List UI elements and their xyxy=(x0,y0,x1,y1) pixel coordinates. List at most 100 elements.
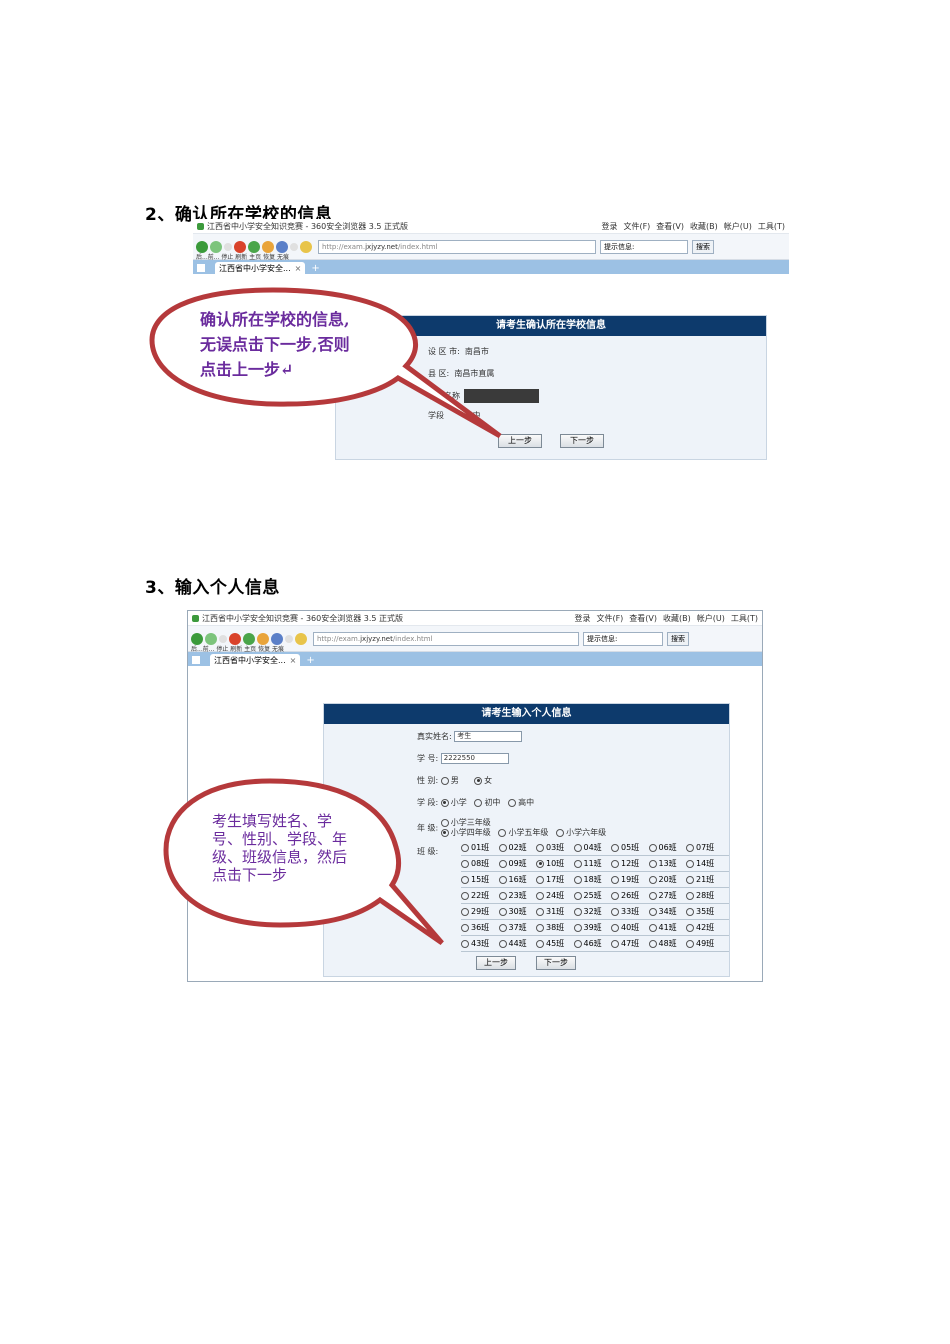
next-button[interactable]: 下一步 xyxy=(560,434,604,448)
class-option[interactable]: 29班 xyxy=(461,906,499,917)
class-option[interactable]: 27班 xyxy=(648,890,687,901)
class-option[interactable]: 28班 xyxy=(686,890,724,901)
class-option[interactable]: 19班 xyxy=(611,874,649,885)
class-option[interactable]: 16班 xyxy=(498,874,537,885)
close-icon[interactable]: × xyxy=(295,264,302,273)
stop-icon[interactable] xyxy=(234,240,246,253)
class-option[interactable]: 05班 xyxy=(611,842,649,853)
class-option[interactable]: 14班 xyxy=(686,858,724,869)
prev-button[interactable]: 上一步 xyxy=(476,956,516,970)
class-option[interactable]: 22班 xyxy=(461,890,499,901)
address-bar[interactable]: http://exam. jxjyzy.net/index.html xyxy=(318,239,596,254)
class-option[interactable]: 08班 xyxy=(461,858,499,869)
menu-file[interactable]: 文件(F) xyxy=(623,221,650,232)
class-option[interactable]: 21班 xyxy=(686,874,724,885)
back-icon[interactable] xyxy=(191,632,203,645)
class-option[interactable]: 25班 xyxy=(573,890,612,901)
refresh-icon[interactable] xyxy=(248,240,260,253)
class-option[interactable]: 34班 xyxy=(648,906,687,917)
search-button[interactable]: 搜索 xyxy=(692,239,714,254)
class-option[interactable]: 06班 xyxy=(648,842,687,853)
menu-tools[interactable]: 工具(T) xyxy=(731,613,758,624)
class-option[interactable]: 20班 xyxy=(648,874,687,885)
address-bar[interactable]: http://exam. jxjyzy.net/index.html xyxy=(313,631,579,646)
class-option[interactable]: 49班 xyxy=(686,938,724,949)
class-option[interactable]: 35班 xyxy=(686,906,724,917)
menu-file[interactable]: 文件(F) xyxy=(596,613,623,624)
class-option[interactable]: 47班 xyxy=(611,938,649,949)
class-option[interactable]: 38班 xyxy=(536,922,574,933)
menu-login[interactable]: 登录 xyxy=(574,613,590,624)
new-tab-icon[interactable]: + xyxy=(311,263,319,274)
tab-list-icon[interactable] xyxy=(192,656,200,664)
dropdown-icon[interactable] xyxy=(219,634,227,643)
dropdown-icon[interactable] xyxy=(285,634,293,643)
class-option[interactable]: 15班 xyxy=(461,874,499,885)
class-option[interactable]: 48班 xyxy=(648,938,687,949)
name-input[interactable]: 考生 xyxy=(454,731,523,742)
class-option[interactable]: 09班 xyxy=(498,858,537,869)
class-option[interactable]: 40班 xyxy=(611,922,649,933)
class-option[interactable]: 37班 xyxy=(498,922,537,933)
class-option[interactable]: 11班 xyxy=(573,858,612,869)
class-option[interactable]: 04班 xyxy=(573,842,612,853)
menu-account[interactable]: 帐户(U) xyxy=(697,613,725,624)
restore-icon[interactable] xyxy=(276,240,288,253)
class-option[interactable]: 42班 xyxy=(686,922,724,933)
class-option[interactable]: 01班 xyxy=(461,842,499,853)
menu-favorites[interactable]: 收藏(B) xyxy=(690,221,718,232)
home-icon[interactable] xyxy=(262,240,274,253)
class-option[interactable]: 07班 xyxy=(686,842,724,853)
class-option[interactable]: 13班 xyxy=(648,858,687,869)
dropdown-icon[interactable] xyxy=(290,242,298,251)
refresh-icon[interactable] xyxy=(243,632,255,645)
browser-tab[interactable]: 江西省中小学安全... × xyxy=(210,654,301,666)
grade-option-5[interactable]: 小学五年级 xyxy=(498,828,548,837)
forward-icon[interactable] xyxy=(205,632,217,645)
menu-tools[interactable]: 工具(T) xyxy=(758,221,785,232)
class-option[interactable]: 30班 xyxy=(498,906,537,917)
stage-high-radio[interactable]: 高中 xyxy=(508,798,534,807)
grade-option-6[interactable]: 小学六年级 xyxy=(556,828,606,837)
class-option[interactable]: 44班 xyxy=(498,938,537,949)
search-button[interactable]: 搜索 xyxy=(667,631,689,646)
class-option[interactable]: 10班 xyxy=(536,858,574,869)
menu-account[interactable]: 帐户(U) xyxy=(724,221,752,232)
class-option[interactable]: 02班 xyxy=(498,842,537,853)
new-tab-icon[interactable]: + xyxy=(306,655,314,666)
student-id-input[interactable]: 2222550 xyxy=(440,753,509,764)
class-option[interactable]: 43班 xyxy=(461,938,499,949)
menu-login[interactable]: 登录 xyxy=(601,221,617,232)
incognito-icon[interactable] xyxy=(300,240,312,253)
class-option[interactable]: 31班 xyxy=(536,906,574,917)
menu-view[interactable]: 查看(V) xyxy=(629,613,657,624)
close-icon[interactable]: × xyxy=(290,656,297,665)
class-option[interactable]: 24班 xyxy=(536,890,574,901)
browser-tab[interactable]: 江西省中小学安全... × xyxy=(215,262,306,274)
class-option[interactable]: 46班 xyxy=(573,938,612,949)
stop-icon[interactable] xyxy=(229,632,241,645)
stage-middle-radio[interactable]: 初中 xyxy=(474,798,500,807)
tab-list-icon[interactable] xyxy=(197,264,205,272)
search-input[interactable]: 提示信息: xyxy=(583,631,663,646)
class-option[interactable]: 12班 xyxy=(611,858,649,869)
menu-favorites[interactable]: 收藏(B) xyxy=(663,613,691,624)
menu-view[interactable]: 查看(V) xyxy=(656,221,684,232)
class-option[interactable]: 32班 xyxy=(573,906,612,917)
class-option[interactable]: 41班 xyxy=(648,922,687,933)
class-option[interactable]: 03班 xyxy=(536,842,574,853)
class-option[interactable]: 45班 xyxy=(536,938,574,949)
back-icon[interactable] xyxy=(196,240,208,253)
gender-female-radio[interactable]: 女 xyxy=(474,776,492,785)
class-option[interactable]: 26班 xyxy=(611,890,649,901)
forward-icon[interactable] xyxy=(210,240,222,253)
class-option[interactable]: 23班 xyxy=(498,890,537,901)
class-option[interactable]: 17班 xyxy=(536,874,574,885)
class-option[interactable]: 36班 xyxy=(461,922,499,933)
class-option[interactable]: 39班 xyxy=(573,922,612,933)
home-icon[interactable] xyxy=(257,632,269,645)
dropdown-icon[interactable] xyxy=(224,242,232,251)
search-input[interactable]: 提示信息: xyxy=(600,239,688,254)
class-option[interactable]: 33班 xyxy=(611,906,649,917)
class-option[interactable]: 18班 xyxy=(573,874,612,885)
